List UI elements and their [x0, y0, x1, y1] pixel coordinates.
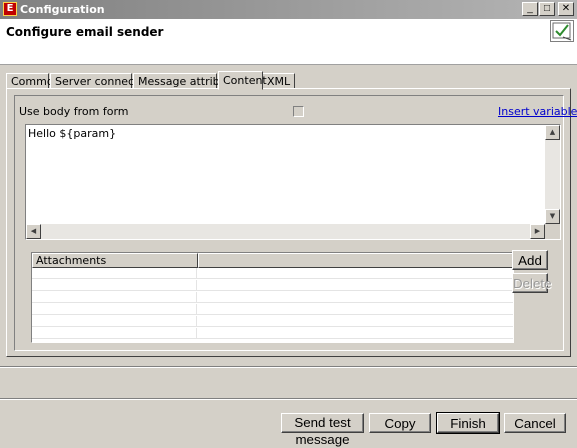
content-tab-panel: Use body from form Insert variable Hello… [6, 88, 577, 357]
table-row[interactable] [32, 292, 513, 303]
separator [0, 398, 577, 400]
app-icon: E [3, 2, 17, 16]
scroll-down-icon[interactable]: ▼ [545, 209, 560, 224]
table-row[interactable] [32, 304, 513, 315]
table-row[interactable] [32, 328, 513, 339]
delete-attachment-button[interactable]: Delete [512, 273, 552, 293]
maximize-button[interactable]: □ [539, 2, 555, 16]
close-button[interactable]: ✕ [558, 2, 574, 16]
content-group: Use body from form Insert variable Hello… [14, 95, 577, 351]
dialog-header: Configure email sender [0, 19, 577, 65]
body-textarea[interactable]: Hello ${param} ▲ ▼ ◀ ▶ [25, 124, 561, 240]
tab-content[interactable]: Content [218, 71, 267, 90]
use-body-checkbox[interactable] [293, 106, 304, 117]
window-title: Configuration [20, 3, 105, 16]
send-test-message-button[interactable]: Send test message [281, 413, 364, 447]
second-column-header[interactable] [198, 253, 513, 268]
scroll-left-icon[interactable]: ◀ [26, 224, 41, 239]
scroll-up-icon[interactable]: ▲ [545, 125, 560, 140]
copy-button[interactable]: Copy [369, 413, 431, 433]
cancel-button[interactable]: Cancel [504, 413, 566, 433]
table-row[interactable] [32, 316, 513, 327]
vertical-scrollbar[interactable]: ▲ ▼ [545, 125, 560, 224]
configuration-dialog: E Configuration _ □ ✕ Configure email se… [0, 0, 577, 447]
minimize-button[interactable]: _ [522, 2, 538, 16]
table-row[interactable] [32, 268, 513, 279]
attachments-header-row: Attachments [32, 253, 513, 268]
checkmark-document-icon [550, 20, 574, 42]
attachments-column-header[interactable]: Attachments [32, 253, 198, 268]
body-text: Hello ${param} [28, 127, 117, 140]
add-attachment-button[interactable]: Add [512, 250, 548, 270]
finish-button[interactable]: Finish [436, 412, 500, 434]
separator [0, 366, 577, 368]
horizontal-scrollbar[interactable]: ◀ ▶ [26, 224, 545, 239]
table-row[interactable] [32, 280, 513, 291]
scroll-right-icon[interactable]: ▶ [530, 224, 545, 239]
insert-variable-link[interactable]: Insert variable [498, 105, 577, 118]
scroll-corner [545, 224, 560, 239]
use-body-label: Use body from form [19, 105, 129, 118]
page-title: Configure email sender [6, 25, 164, 39]
title-bar[interactable]: E Configuration _ □ ✕ [0, 0, 577, 19]
attachments-table[interactable]: Attachments [31, 252, 514, 343]
